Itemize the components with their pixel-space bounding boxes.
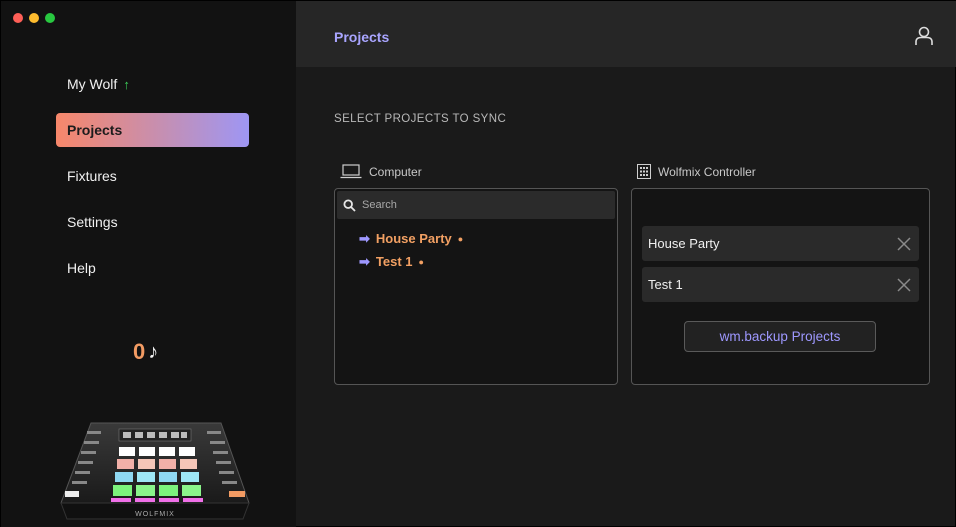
device-brand-label: WOLFMIX [135,511,175,518]
user-account-icon[interactable] [914,26,934,46]
header-bar: Projects [296,1,956,67]
status-dot-icon: ● [418,256,424,267]
computer-project-list: ➡ House Party ● ➡ Test 1 ● [359,227,463,273]
controller-label: Wolfmix Controller [658,164,756,179]
status-dot-icon: ● [457,233,464,244]
sidebar-item-label: My Wolf [67,76,118,92]
sidebar-item-label: Settings [67,214,118,230]
controller-projects-panel: House Party Test 1 wm.backup Projects [631,188,930,385]
list-item[interactable]: ➡ Test 1 ● [359,250,463,273]
project-name: Test 1 [648,277,683,292]
page-title: Projects [334,29,390,45]
computer-panel-label: Computer [340,164,422,179]
list-item: House Party [642,226,919,261]
sidebar-item-label: Help [67,260,96,276]
computer-label: Computer [369,164,422,179]
project-name: Test 1 [375,254,413,269]
app-window: My Wolf ↑ Projects Fixtures Settings Hel… [0,0,956,527]
backup-projects-button[interactable]: wm.backup Projects [684,321,876,352]
sidebar-item-settings[interactable]: Settings [56,205,249,239]
project-name: House Party [375,231,452,246]
controller-panel-label: Wolfmix Controller [637,164,756,179]
remove-icon[interactable] [896,277,912,293]
sync-arrow-icon: ➡ [359,230,370,246]
search-input[interactable] [362,199,562,211]
sidebar-item-my-wolf[interactable]: My Wolf ↑ [56,67,249,101]
sync-arrow-icon: ➡ [359,253,370,269]
controller-grid-icon [637,164,651,179]
connection-counter: 0 ♪ [133,339,158,365]
controller-device-image: WOLFMIX [60,422,250,520]
search-box [337,191,615,219]
sidebar-item-projects[interactable]: Projects [56,113,249,147]
window-controls [13,13,55,23]
minimize-window-button[interactable] [29,13,39,23]
music-note-icon: ♪ [148,340,159,363]
sidebar-item-label: Fixtures [67,168,117,184]
laptop-icon [340,164,362,179]
sidebar: My Wolf ↑ Projects Fixtures Settings Hel… [1,1,296,527]
search-icon [343,198,356,212]
remove-icon[interactable] [896,236,912,252]
sidebar-item-label: Projects [67,122,123,138]
close-window-button[interactable] [13,13,23,23]
sidebar-item-help[interactable]: Help [56,251,249,285]
computer-projects-panel: ➡ House Party ● ➡ Test 1 ● [334,188,618,385]
list-item: Test 1 [642,267,919,302]
counter-value: 0 [133,339,146,364]
update-arrow-icon: ↑ [123,76,130,92]
list-item[interactable]: ➡ House Party ● [359,227,463,250]
sidebar-nav: My Wolf ↑ Projects Fixtures Settings Hel… [56,67,249,297]
sidebar-item-fixtures[interactable]: Fixtures [56,159,249,193]
project-name: House Party [648,236,720,251]
section-title: SELECT PROJECTS TO SYNC [334,113,507,125]
maximize-window-button[interactable] [45,13,55,23]
